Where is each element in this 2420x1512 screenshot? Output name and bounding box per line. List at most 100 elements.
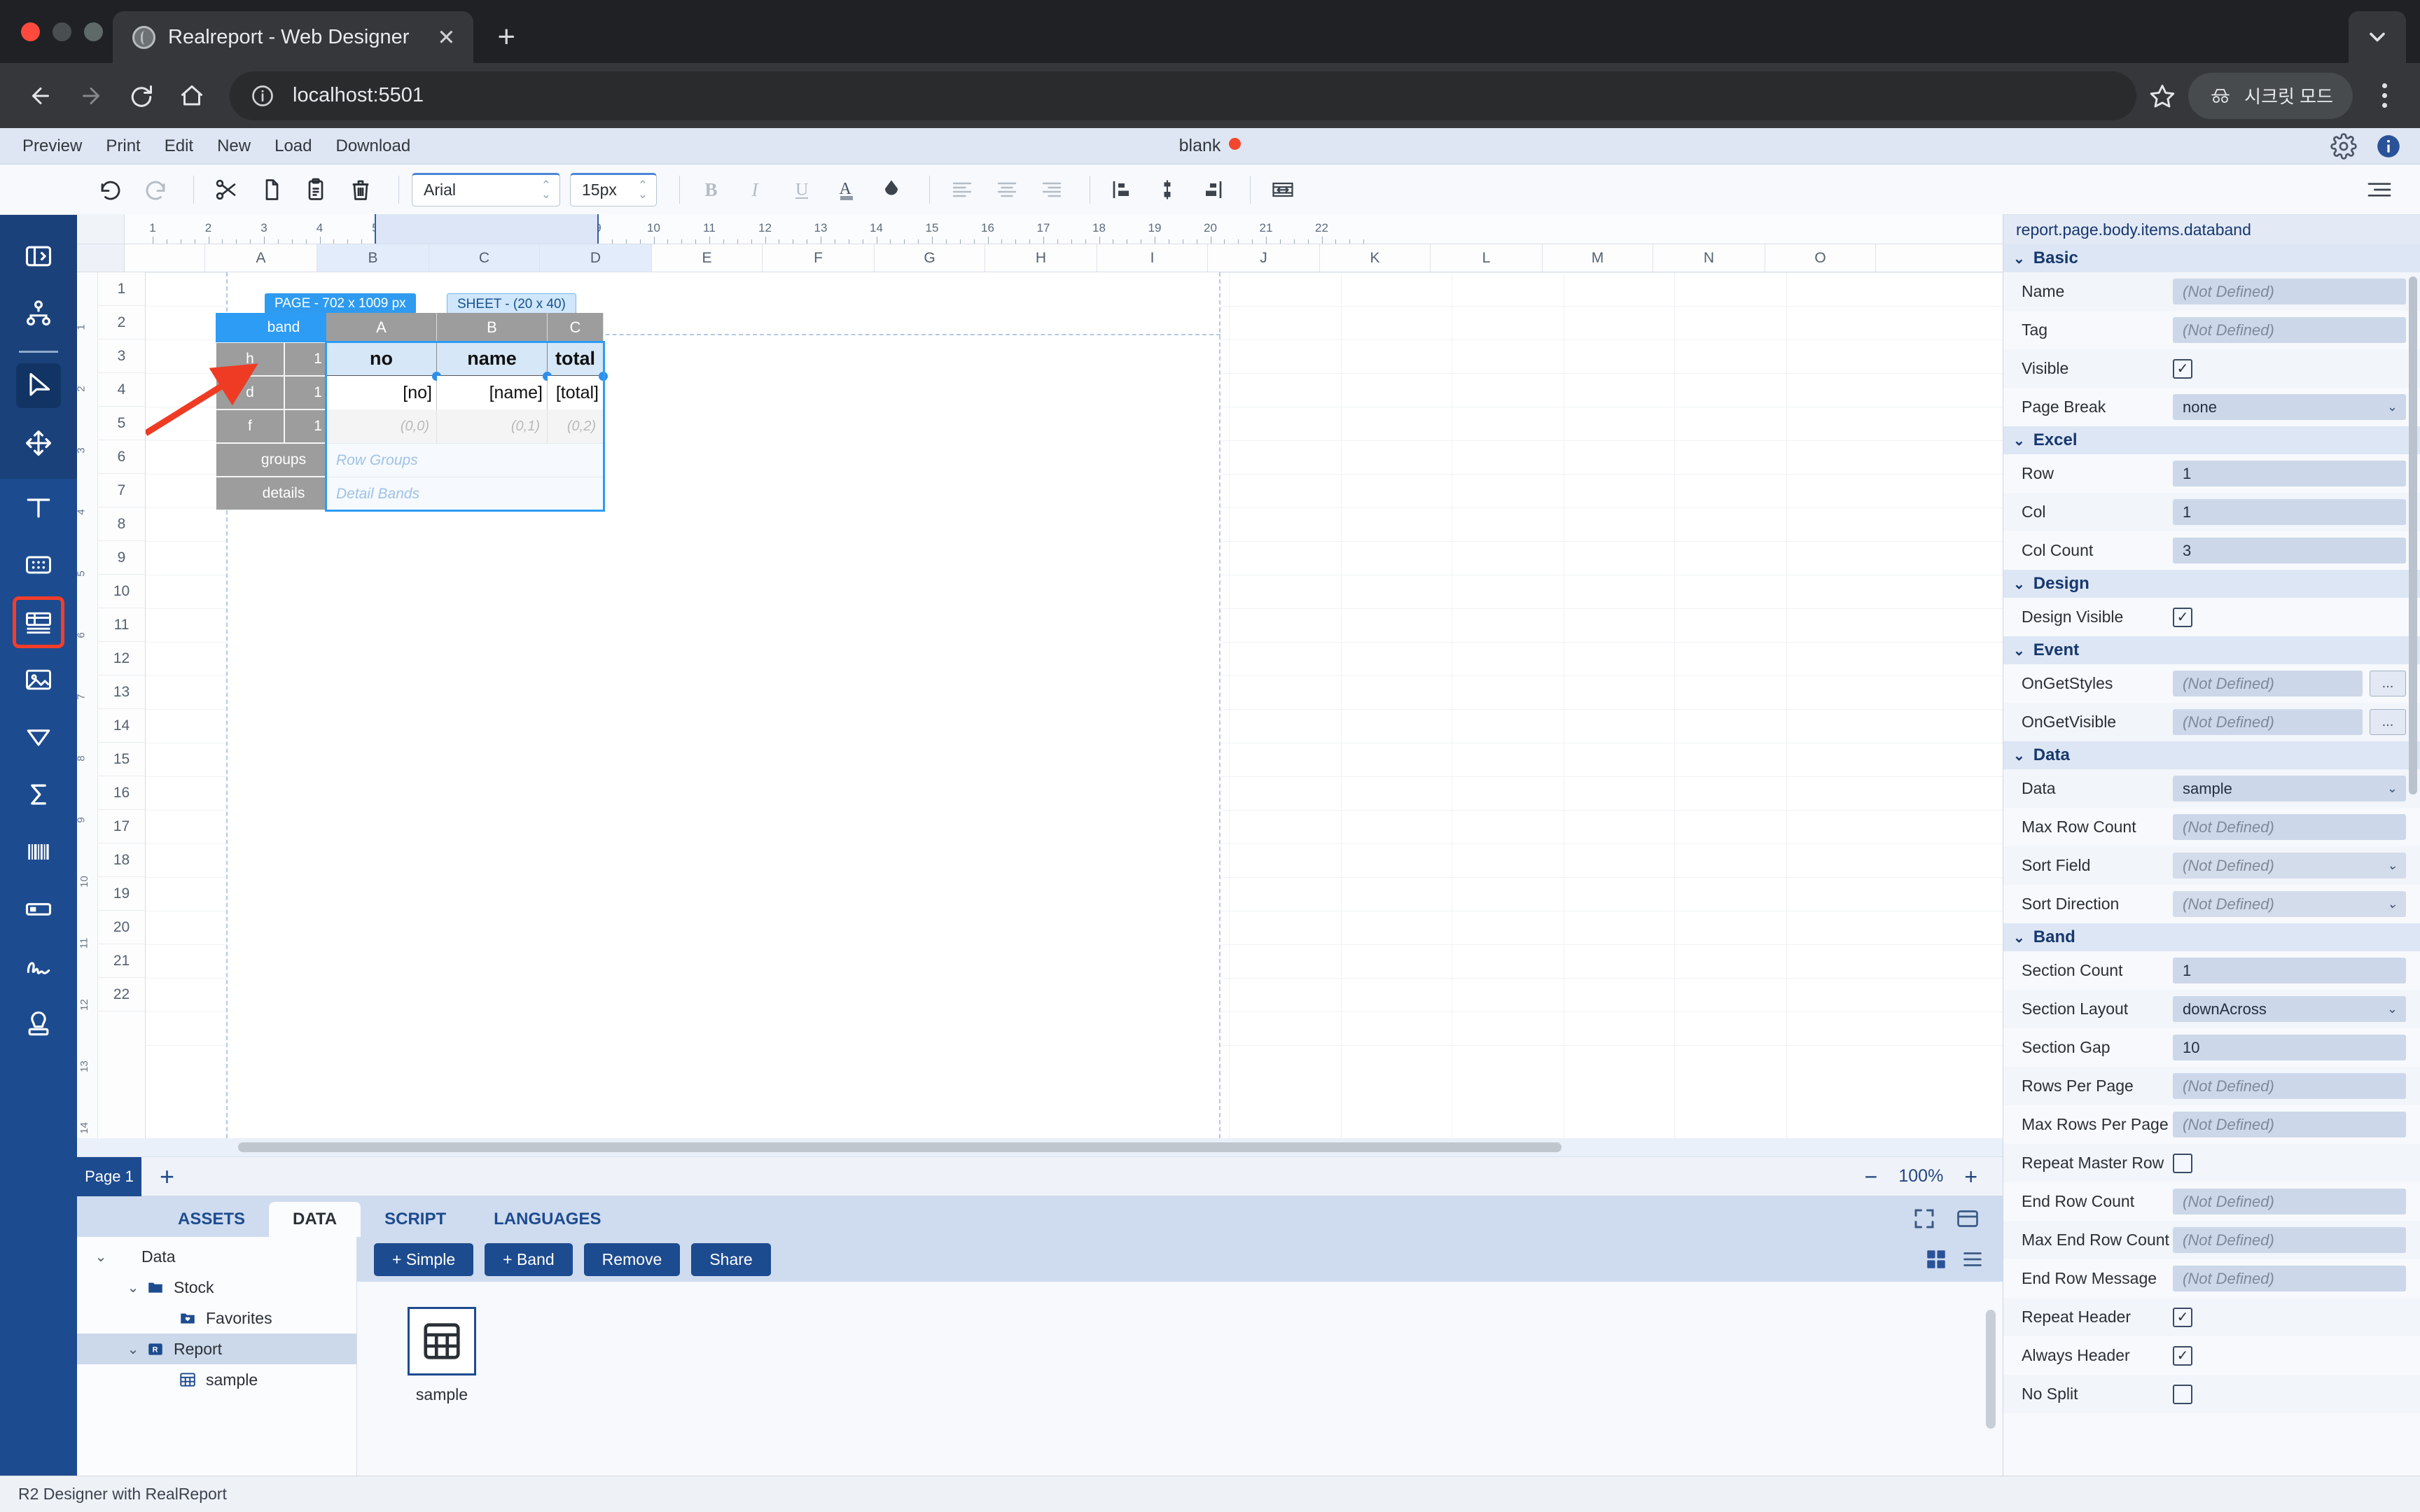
grid-view-icon[interactable]	[1924, 1247, 1948, 1271]
row-header-21[interactable]: 21	[98, 944, 145, 978]
fill-color-button[interactable]	[872, 170, 911, 209]
select-sort-field[interactable]: (Not Defined) ⌄	[2173, 853, 2406, 878]
window-maximize-button[interactable]	[84, 22, 103, 41]
column-header-d[interactable]: D	[540, 244, 652, 272]
tree-node-sample[interactable]: sample	[77, 1364, 356, 1395]
bookmark-button[interactable]	[2149, 83, 2176, 109]
select-tool-button[interactable]	[16, 363, 61, 408]
back-button[interactable]	[15, 71, 66, 121]
checkbox-always-header[interactable]: ✓	[2173, 1345, 2192, 1366]
band-row-type-f[interactable]: f	[216, 410, 284, 443]
input-end-row-count[interactable]: (Not Defined)	[2173, 1189, 2406, 1214]
add-page-button[interactable]: +	[160, 1163, 174, 1189]
checkbox-design-visible[interactable]: ✓	[2173, 607, 2192, 627]
properties-scrollbar[interactable]	[2409, 276, 2417, 794]
column-header-e[interactable]: E	[652, 244, 763, 272]
shape-tool-button[interactable]	[16, 715, 61, 760]
property-group-data[interactable]: ⌄ Data	[2003, 741, 2420, 769]
tree-node-report[interactable]: ⌄ R Report	[77, 1334, 356, 1364]
property-group-band[interactable]: ⌄ Band	[2003, 923, 2420, 951]
fit-width-button[interactable]	[1263, 170, 1302, 209]
band-column-header-b[interactable]: B	[437, 313, 548, 342]
column-header-k[interactable]: K	[1320, 244, 1431, 272]
toolbar-overflow[interactable]	[2365, 176, 2393, 204]
align-left-button[interactable]	[943, 170, 982, 209]
column-header-a[interactable]: A	[205, 244, 317, 272]
dataset-button-band[interactable]: + Band	[485, 1242, 573, 1276]
zoom-out-button[interactable]: −	[1865, 1166, 1878, 1188]
row-header-16[interactable]: 16	[98, 776, 145, 810]
select-data[interactable]: sample ⌄	[2173, 776, 2406, 802]
reload-button[interactable]	[116, 71, 167, 121]
align-middle-button[interactable]	[1148, 170, 1187, 209]
tab-languages[interactable]: LANGUAGES	[470, 1202, 625, 1237]
window-minimize-button[interactable]	[53, 22, 71, 41]
row-header-18[interactable]: 18	[98, 844, 145, 877]
input-ongetstyles[interactable]: (Not Defined)	[2173, 671, 2363, 696]
menu-item-preview[interactable]: Preview	[22, 136, 82, 156]
band-tool-button[interactable]	[13, 596, 64, 648]
input-name[interactable]: (Not Defined)	[2173, 279, 2406, 304]
input-max-rows-per-page[interactable]: (Not Defined)	[2173, 1112, 2406, 1138]
tree-node-stock[interactable]: ⌄ Stock	[77, 1272, 356, 1303]
browser-menu-button[interactable]	[2364, 83, 2405, 108]
canvas-hscrollbar[interactable]	[238, 1142, 1562, 1152]
font-color-button[interactable]: A	[827, 170, 866, 209]
input-section-count[interactable]: 1	[2173, 958, 2406, 983]
column-header-g[interactable]: G	[875, 244, 985, 272]
font-family-select[interactable]: Arial ⌃ ⌄	[412, 172, 560, 206]
row-header-12[interactable]: 12	[98, 642, 145, 676]
window-close-button[interactable]	[21, 22, 40, 41]
align-right-button[interactable]	[1032, 170, 1071, 209]
input-col-count[interactable]: 3	[2173, 538, 2406, 564]
chevron-down-icon[interactable]: ⌄	[91, 1248, 111, 1266]
column-header-c[interactable]: C	[429, 244, 540, 272]
row-header-17[interactable]: 17	[98, 810, 145, 844]
tab-data[interactable]: DATA	[269, 1202, 361, 1237]
row-header-20[interactable]: 20	[98, 911, 145, 944]
undo-button[interactable]	[91, 170, 130, 209]
ellipsis-button-ongetstyles[interactable]: ...	[2370, 671, 2406, 696]
cut-button[interactable]	[207, 170, 246, 209]
property-group-excel[interactable]: ⌄ Excel	[2003, 426, 2420, 454]
chevron-down-icon[interactable]: ⌄	[123, 1279, 143, 1296]
gear-icon[interactable]	[2330, 132, 2357, 160]
new-tab-button[interactable]: +	[497, 20, 515, 55]
row-header-14[interactable]: 14	[98, 709, 145, 743]
chevron-down-icon[interactable]: ⌄	[123, 1340, 143, 1358]
checkbox-no-split[interactable]	[2173, 1384, 2192, 1404]
input-tag[interactable]: (Not Defined)	[2173, 317, 2406, 343]
image-tool-button[interactable]	[16, 657, 61, 702]
column-header-o[interactable]: O	[1765, 244, 1876, 272]
ellipsis-button-ongetvisible[interactable]: ...	[2370, 709, 2406, 735]
column-header-f[interactable]: F	[763, 244, 875, 272]
stamp-tool-button[interactable]	[16, 1002, 61, 1046]
tab-script[interactable]: SCRIPT	[361, 1202, 470, 1237]
page-tab-1[interactable]: Page 1	[77, 1156, 141, 1196]
input-row[interactable]: 1	[2173, 461, 2406, 486]
list-view-icon[interactable]	[1961, 1247, 1984, 1271]
align-top-button[interactable]	[1103, 170, 1142, 209]
column-header-i[interactable]: I	[1097, 244, 1208, 272]
browser-tab[interactable]: Realreport - Web Designer ✕	[113, 11, 474, 63]
redo-button[interactable]	[136, 170, 175, 209]
band-row-type-d[interactable]: d	[216, 376, 284, 410]
band-column-header-a[interactable]: A	[326, 313, 437, 342]
underline-button[interactable]: U	[782, 170, 821, 209]
zoom-in-button[interactable]: +	[1964, 1166, 1977, 1188]
move-tool-button[interactable]	[16, 421, 61, 465]
dataset-item-sample[interactable]: sample	[396, 1307, 487, 1476]
tab-search-button[interactable]	[2349, 11, 2406, 63]
dataset-button-simple[interactable]: + Simple	[374, 1242, 474, 1276]
structure-tree-button[interactable]	[16, 291, 61, 336]
report-canvas[interactable]: PAGE - 702 x 1009 px SHEET - (20 x 40) b…	[146, 272, 2003, 1138]
tab-assets[interactable]: ASSETS	[154, 1202, 269, 1237]
bold-button[interactable]: B	[693, 170, 732, 209]
tree-node-favorites[interactable]: Favorites	[77, 1303, 356, 1334]
gauge-tool-button[interactable]	[16, 887, 61, 932]
menu-item-download[interactable]: Download	[335, 136, 410, 156]
checkbox-visible[interactable]: ✓	[2173, 358, 2192, 379]
checkbox-repeat-header[interactable]: ✓	[2173, 1307, 2192, 1327]
table-tool-button[interactable]	[16, 542, 61, 587]
info-icon[interactable]	[2375, 133, 2402, 160]
